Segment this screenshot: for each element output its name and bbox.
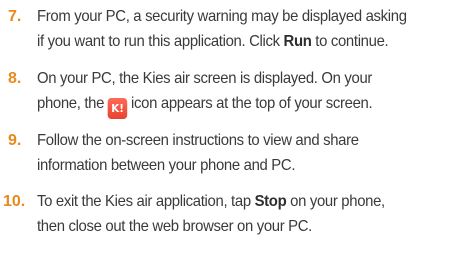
step-text-segment: to continue. [311,33,389,50]
run-keyword: Run [283,33,312,50]
step-text-segment: if you want to run this application. Cli… [37,33,284,50]
step-text: Follow the on-screen instructions to vie… [37,128,437,178]
step-text-segment: icon appears at the top of your screen. [131,95,373,112]
step-text-segment: then close out the web browser on your P… [37,218,313,235]
step-line: then close out the web browser on your P… [37,214,437,239]
step-number: 8. [8,70,22,87]
step-line: From your PC, a security warning may be … [37,4,437,29]
step-text: To exit the Kies air application, tap St… [37,189,437,239]
step-text-segment: on your phone, [286,193,385,210]
step-number: 9. [8,132,22,149]
step-line: On your PC, the Kies air screen is displ… [37,66,437,91]
step-line: phone, the K! icon appears at the top of y… [37,91,437,119]
step-text-segment: Follow the on-screen instructions to vie… [37,132,359,149]
step-text-segment: From your PC, a security warning may be … [37,8,407,25]
kies-air-icon: K! [107,98,128,119]
step-text: On your PC, the Kies air screen is displ… [37,66,437,119]
step-line: if you want to run this application. Cli… [37,29,437,54]
step-number: 10. [3,193,26,210]
step-line: To exit the Kies air application, tap St… [37,189,437,214]
step-text-segment: information between your phone and PC. [37,157,296,174]
step-text-segment: On your PC, the Kies air screen is displ… [37,70,373,87]
step-line: information between your phone and PC. [37,153,437,178]
step-text-segment: phone, the [37,95,105,112]
step-text-segment: To exit the Kies air application, tap [37,193,255,210]
step-number: 7. [8,8,22,25]
step-text: From your PC, a security warning may be … [37,4,437,54]
stop-keyword: Stop [254,193,287,210]
step-line: Follow the on-screen instructions to vie… [37,128,437,153]
